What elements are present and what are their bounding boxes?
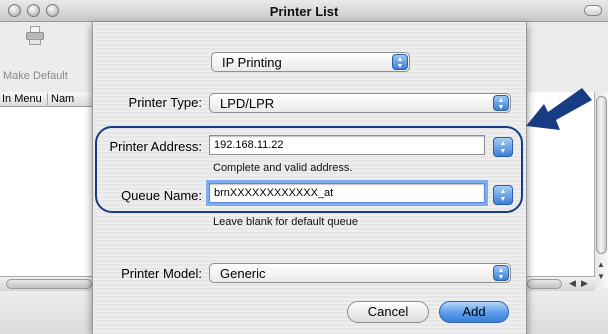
queue-hint-text: Leave blank for default queue xyxy=(213,216,358,228)
printer-address-label: Printer Address: xyxy=(109,139,203,154)
queue-name-field[interactable]: brnXXXXXXXXXXXX_at xyxy=(209,183,485,203)
queue-history-button[interactable]: ▲ ▼ xyxy=(493,185,513,205)
scroll-down-icon[interactable]: ▼ xyxy=(597,272,605,281)
printer-type-label: Printer Type: xyxy=(128,95,202,110)
toolbar-toggle-button[interactable] xyxy=(584,5,602,16)
address-status-text: Complete and valid address. xyxy=(213,162,353,174)
protocol-popup-value: IP Printing xyxy=(222,55,282,70)
horizontal-scrollbar-right[interactable]: ◀ ▶ xyxy=(527,276,595,291)
list-header: In Menu Nam xyxy=(0,92,92,107)
annotation-arrow-icon xyxy=(526,88,592,130)
printer-type-popup[interactable]: LPD/LPR ▲ ▼ xyxy=(209,93,511,113)
printer-list xyxy=(0,92,92,287)
scroll-up-icon[interactable]: ▲ xyxy=(597,260,605,269)
printer-icon[interactable] xyxy=(26,26,44,46)
add-button[interactable]: Add xyxy=(439,301,509,323)
printer-list-window: Printer List Make Default In Menu Nam ▲ … xyxy=(0,0,608,334)
column-name[interactable]: Nam xyxy=(47,93,74,105)
popup-arrows-icon: ▲ ▼ xyxy=(493,265,509,281)
printer-address-value: 192.168.11.22 xyxy=(214,139,284,151)
title-bar[interactable]: Printer List xyxy=(0,0,608,22)
window-title: Printer List xyxy=(269,4,339,19)
make-default-button[interactable]: Make Default xyxy=(3,70,68,82)
queue-name-label: Queue Name: xyxy=(121,188,202,203)
address-history-button[interactable]: ▲ ▼ xyxy=(493,137,513,157)
popup-arrows-icon: ▲ ▼ xyxy=(392,54,408,70)
printer-model-label: Printer Model: xyxy=(121,266,202,281)
printer-model-popup[interactable]: Generic ▲ ▼ xyxy=(209,263,511,283)
column-in-menu[interactable]: In Menu xyxy=(2,93,42,105)
printer-address-field[interactable]: 192.168.11.22 xyxy=(209,135,485,155)
queue-name-value: brnXXXXXXXXXXXX_at xyxy=(214,187,334,199)
scroll-left-icon[interactable]: ◀ xyxy=(569,278,576,289)
scroll-right-icon[interactable]: ▶ xyxy=(581,278,588,289)
printer-model-value: Generic xyxy=(220,266,266,281)
popup-arrows-icon: ▲ ▼ xyxy=(493,95,509,111)
horizontal-scrollbar[interactable] xyxy=(0,276,92,291)
protocol-popup[interactable]: IP Printing ▲ ▼ xyxy=(211,52,410,72)
printer-type-value: LPD/LPR xyxy=(220,96,275,111)
cancel-button[interactable]: Cancel xyxy=(347,301,429,323)
